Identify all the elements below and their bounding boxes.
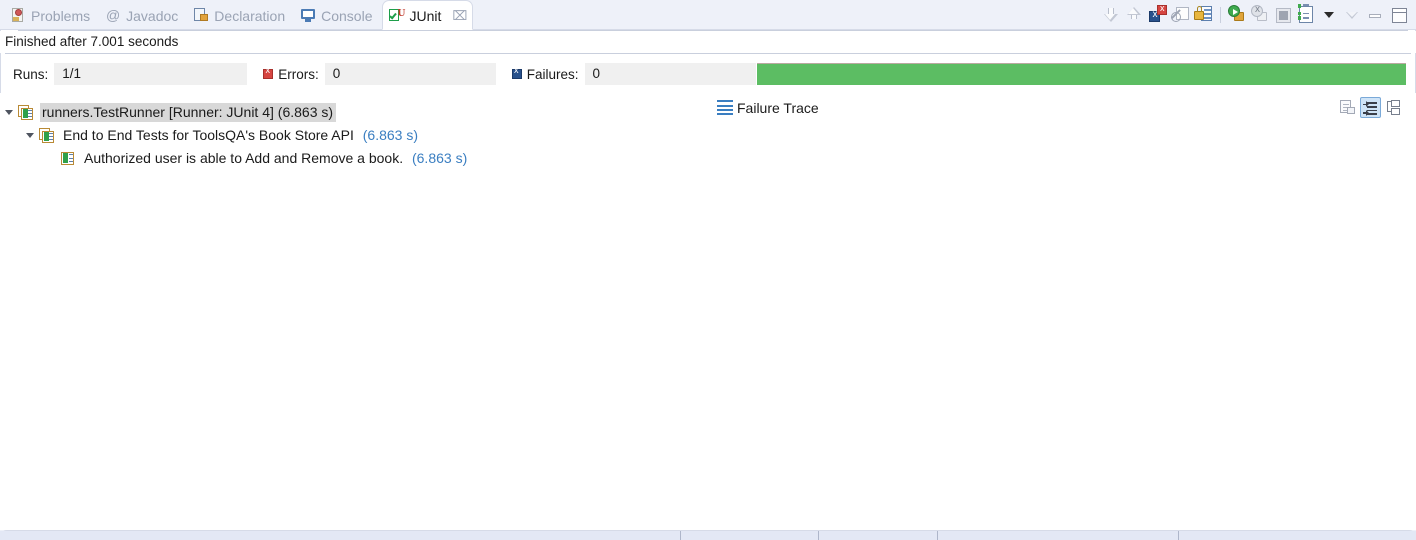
close-icon[interactable]: ⌧ xyxy=(452,8,467,24)
tree-row-label-wrap: Authorized user is able to Add and Remov… xyxy=(82,149,470,168)
rerun-failed-first-icon[interactable] xyxy=(1250,4,1271,26)
tree-row[interactable]: runners.TestRunner [Runner: JUnit 4] (6.… xyxy=(0,101,700,124)
failure-status-icon xyxy=(511,65,522,79)
tab-strip: Problems @ Javadoc Declaration Console U… xyxy=(4,0,474,30)
junit-view-root: Problems @ Javadoc Declaration Console U… xyxy=(0,0,1416,540)
hamburger-menu-icon[interactable] xyxy=(717,100,733,115)
status-bar-divider xyxy=(680,531,681,540)
tab-console[interactable]: Console xyxy=(294,0,381,30)
bottom-status-bar xyxy=(0,531,1416,540)
tab-javadoc[interactable]: @ Javadoc xyxy=(99,0,187,30)
tab-javadoc-label: Javadoc xyxy=(126,8,179,24)
tree-row-duration: (6.863 s) xyxy=(362,127,419,143)
error-status-icon xyxy=(263,65,274,79)
test-tree: runners.TestRunner [Runner: JUnit 4] (6.… xyxy=(0,101,700,170)
tab-problems[interactable]: Problems xyxy=(4,0,99,30)
errors-label: Errors: xyxy=(278,66,319,82)
tree-row[interactable]: End to End Tests for ToolsQA's Book Stor… xyxy=(0,124,700,147)
minimize-icon[interactable] xyxy=(1365,4,1386,26)
test-suite-icon xyxy=(39,127,55,144)
test-case-icon xyxy=(60,151,76,167)
status-bar-divider xyxy=(937,531,938,540)
test-suite-icon xyxy=(18,104,34,121)
failure-trace-panel: Failure Trace xyxy=(706,93,1416,530)
maximize-icon[interactable] xyxy=(1388,4,1409,26)
tab-bar: Problems @ Javadoc Declaration Console U… xyxy=(0,0,1416,30)
test-tree-panel: runners.TestRunner [Runner: JUnit 4] (6.… xyxy=(0,93,700,530)
failure-trace-header: Failure Trace xyxy=(706,93,1416,123)
tree-row-label-wrap: runners.TestRunner [Runner: JUnit 4] (6.… xyxy=(40,103,337,122)
tree-row-label: End to End Tests for ToolsQA's Book Stor… xyxy=(63,127,354,143)
next-failed-test-icon[interactable] xyxy=(1101,4,1122,26)
chevron-down-icon[interactable] xyxy=(21,124,39,147)
console-icon xyxy=(300,7,316,23)
minimize-hollow-caret-icon[interactable] xyxy=(1342,4,1363,26)
failures-label-group: Failures: xyxy=(511,65,579,82)
view-menu-caret-icon[interactable] xyxy=(1319,4,1340,26)
failures-label: Failures: xyxy=(526,66,579,82)
tree-row-label: Authorized user is able to Add and Remov… xyxy=(84,150,404,166)
tree-row-label-wrap: End to End Tests for ToolsQA's Book Stor… xyxy=(61,126,421,145)
tree-row-duration: (6.863 s) xyxy=(411,150,468,166)
failure-trace-divider xyxy=(18,30,1408,31)
chevron-down-icon[interactable] xyxy=(0,101,18,124)
tab-junit[interactable]: U JUnit ⌧ xyxy=(381,0,474,30)
progress-bar-fill xyxy=(757,64,1406,85)
tab-junit-label: JUnit xyxy=(409,8,442,24)
compare-result-icon[interactable] xyxy=(1337,97,1358,118)
errors-label-group: Errors: xyxy=(263,65,319,82)
tree-row[interactable]: Authorized user is able to Add and Remov… xyxy=(0,147,700,170)
failure-trace-toolbar xyxy=(1337,97,1404,118)
filter-stack-trace-icon[interactable] xyxy=(1360,97,1381,118)
view-toolbar xyxy=(1100,0,1410,30)
failures-value: 0 xyxy=(584,63,756,85)
runs-label: Runs: xyxy=(13,66,49,82)
declaration-icon xyxy=(193,7,209,23)
test-run-history-icon[interactable] xyxy=(1296,4,1317,26)
scroll-lock-icon[interactable] xyxy=(1193,4,1214,26)
previous-failed-test-icon[interactable] xyxy=(1124,4,1145,26)
at-icon: @ xyxy=(106,7,121,23)
progress-bar-track xyxy=(757,63,1406,85)
show-stack-trace-in-console-icon[interactable] xyxy=(1383,97,1404,118)
status-bar-divider xyxy=(1178,531,1179,540)
junit-icon: U xyxy=(388,7,405,23)
show-ignored-only-icon[interactable] xyxy=(1170,4,1191,26)
status-divider xyxy=(5,53,1411,54)
tab-declaration-label: Declaration xyxy=(214,8,286,24)
tab-declaration[interactable]: Declaration xyxy=(187,0,294,30)
rerun-test-icon[interactable] xyxy=(1227,4,1248,26)
toolbar-separator xyxy=(1220,7,1221,23)
tree-row-label: runners.TestRunner [Runner: JUnit 4] (6.… xyxy=(42,104,334,120)
errors-value: 0 xyxy=(324,63,496,85)
tab-console-label: Console xyxy=(321,8,373,24)
stop-icon[interactable] xyxy=(1273,4,1294,26)
runs-value: 1/1 xyxy=(54,63,248,85)
show-failures-only-icon[interactable] xyxy=(1147,3,1168,26)
status-bar-divider xyxy=(818,531,819,540)
tab-problems-label: Problems xyxy=(31,8,91,24)
failure-trace-title: Failure Trace xyxy=(737,100,819,116)
run-status-text: Finished after 7.001 seconds xyxy=(0,31,1416,53)
problems-icon xyxy=(10,7,26,23)
